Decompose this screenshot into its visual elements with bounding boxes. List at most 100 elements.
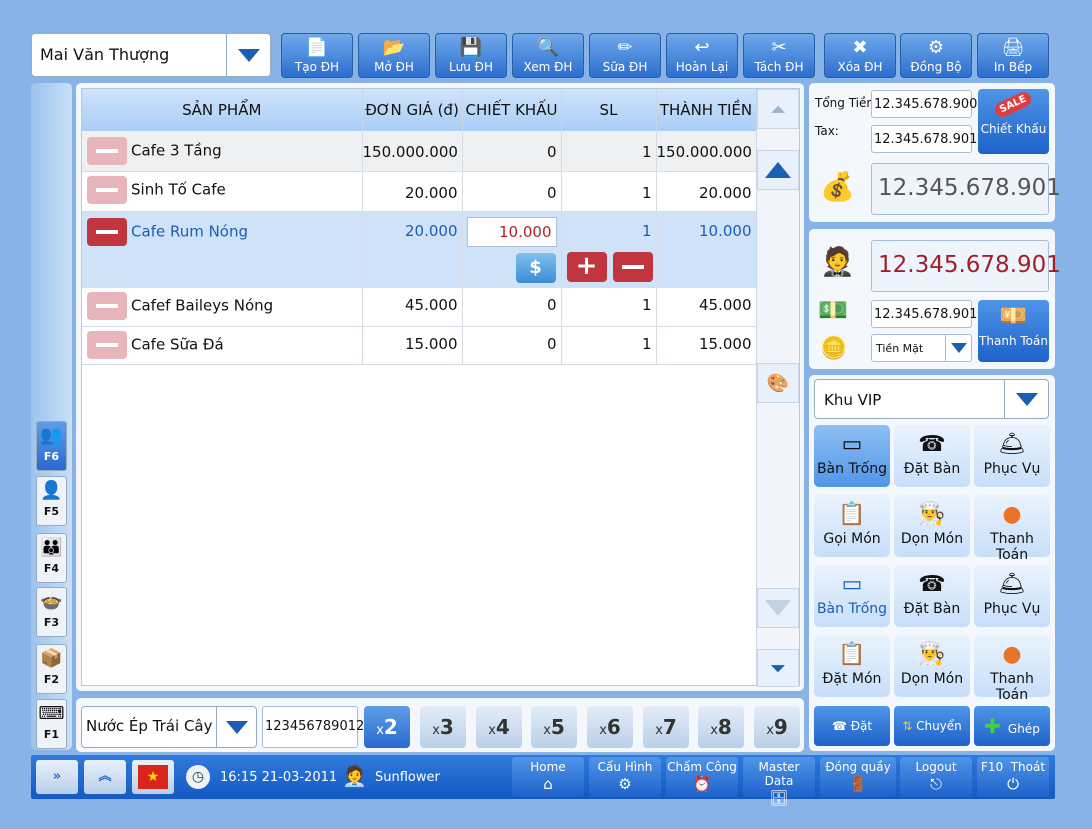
remove-item-button[interactable]: [87, 217, 127, 246]
table-tile[interactable]: ☎ Đặt Bàn: [894, 565, 970, 627]
cash-register-icon: 💴: [999, 304, 1028, 329]
f4-key[interactable]: 👪 F4: [36, 533, 67, 583]
refund-button[interactable]: ↩ Hoàn Lại: [666, 33, 738, 78]
discount-button[interactable]: SALE Chiết Khấu: [978, 89, 1049, 154]
multiplier-6-button[interactable]: x6: [587, 706, 633, 748]
language-button[interactable]: ★: [132, 760, 174, 794]
multiplier-8-button[interactable]: x8: [698, 706, 744, 748]
table-tile[interactable]: 📋 Gọi Món: [814, 495, 890, 557]
double-chevron-down-icon: ⏷: [770, 656, 786, 680]
discount-input[interactable]: 10.000: [466, 216, 557, 247]
table-tile[interactable]: ● Thanh Toán: [974, 635, 1050, 703]
vietnam-flag-icon: ★: [138, 765, 168, 789]
remove-item-button[interactable]: [87, 330, 127, 359]
unit-price: 20.000: [362, 171, 463, 212]
chevron-down-icon[interactable]: [226, 34, 270, 76]
quantity: 1: [561, 326, 657, 365]
table-tile[interactable]: 👨‍🍳 Dọn Món: [894, 495, 970, 557]
table-tile[interactable]: ☎ Đặt Bàn: [894, 425, 970, 487]
scroll-bottom-button[interactable]: ⏷: [757, 649, 799, 687]
f1-key[interactable]: ⌨ F1: [36, 699, 67, 749]
tax-field[interactable]: 12.345.678.901: [871, 125, 977, 153]
delete-order-button[interactable]: ✖ Xóa ĐH: [824, 33, 896, 78]
table-row[interactable]: Cafe 3 Tầng 150.000.000 0 1 150.000.000: [82, 131, 757, 172]
pay-button[interactable]: 💴 Thanh Toán: [978, 300, 1049, 362]
table-tile[interactable]: 👨‍🍳 Dọn Món: [894, 635, 970, 697]
customer-select[interactable]: Mai Văn Thượng: [31, 33, 271, 77]
table-row[interactable]: Cafe Sữa Đá 15.000 0 1 15.000: [82, 326, 757, 365]
food-icon: 🍲: [40, 591, 63, 612]
multiplier-3-button[interactable]: x3: [420, 706, 466, 748]
f6-key[interactable]: 👥 F6: [36, 421, 67, 471]
scroll-top-button[interactable]: ⏶: [757, 89, 799, 129]
table-tile[interactable]: 📋 Đặt Món: [814, 635, 890, 697]
expand-button[interactable]: »: [36, 760, 78, 794]
edit-order-button[interactable]: ✏ Sữa ĐH: [589, 33, 661, 78]
remove-item-button[interactable]: [87, 175, 127, 204]
discount: 0: [462, 171, 562, 212]
f5-key[interactable]: 👤 F5: [36, 476, 67, 526]
scroll-up-button[interactable]: [757, 150, 799, 190]
table-row[interactable]: Sinh Tố Cafe 20.000 0 1 20.000: [82, 171, 757, 212]
logout-button[interactable]: Logout ⎋: [900, 757, 972, 797]
line-total: 150.000.000: [656, 131, 757, 172]
reserve-button[interactable]: ☎ Đặt: [814, 706, 890, 746]
print-icon: 🖨: [1001, 37, 1025, 58]
multiplier-2-button[interactable]: x2: [364, 706, 410, 748]
col-price: ĐƠN GIÁ (đ): [362, 89, 463, 131]
increase-qty-button[interactable]: +: [566, 251, 607, 282]
coins-icon: 🪙: [820, 336, 848, 361]
scroll-down-button[interactable]: [757, 588, 799, 628]
create-order-button[interactable]: 📄 Tạo ĐH: [281, 33, 353, 78]
multiplier-9-button[interactable]: x9: [754, 706, 800, 748]
table-tile[interactable]: 🛎 Phục Vụ: [974, 565, 1050, 627]
cash-field[interactable]: 12.345.678.901: [871, 300, 977, 328]
payment-method-value: Tiền Mặt: [876, 342, 924, 355]
f3-key[interactable]: 🍲 F3: [36, 587, 67, 637]
collapse-button[interactable]: ︽: [84, 760, 126, 794]
menu-icon: 📋: [838, 502, 866, 527]
customer-pay-field[interactable]: 12.345.678.901: [871, 240, 1061, 292]
timekeeping-button[interactable]: Chấm Công ⏰: [666, 757, 738, 797]
master-data-button[interactable]: Master Data 🗄: [743, 757, 815, 807]
multiplier-5-button[interactable]: x5: [531, 706, 577, 748]
view-order-button[interactable]: 🔍 Xem ĐH: [512, 33, 584, 78]
table-row[interactable]: Cafef Baileys Nóng 45.000 0 1 45.000: [82, 287, 757, 327]
dollar-icon: ●: [1002, 502, 1022, 527]
table-tile[interactable]: 🛎 Phục Vụ: [974, 425, 1050, 487]
chevron-down-icon[interactable]: [1004, 380, 1048, 418]
print-kitchen-button[interactable]: 🖨 In Bếp: [977, 33, 1049, 78]
chef-icon: 👨‍🍳: [918, 502, 946, 527]
remove-item-button[interactable]: [87, 137, 127, 165]
table-tile[interactable]: ● Thanh Toán: [974, 495, 1050, 563]
sync-button[interactable]: ⚙ Đồng Bộ: [900, 33, 972, 78]
palette-button[interactable]: 🎨: [757, 363, 799, 403]
config-button[interactable]: Cấu Hình ⚙: [589, 757, 661, 797]
save-order-button[interactable]: 💾 Lưu ĐH: [435, 33, 507, 78]
close-counter-button[interactable]: Đóng quầy 🚪: [820, 757, 896, 797]
home-button[interactable]: Home ⌂: [512, 757, 584, 797]
product-name: Cafef Baileys Nóng: [131, 296, 274, 314]
table-tile[interactable]: ▭ Bàn Trống: [814, 425, 890, 487]
product-select[interactable]: Nước Ép Trái Cây: [81, 706, 257, 748]
area-select[interactable]: Khu VIP: [814, 379, 1049, 419]
chevron-down-icon[interactable]: [216, 707, 256, 747]
payment-method-select[interactable]: Tiền Mặt: [871, 334, 972, 362]
discount-money-button[interactable]: $: [515, 252, 556, 283]
chevron-down-icon[interactable]: [945, 335, 971, 361]
edit-icon: ✏: [617, 37, 633, 58]
product-name: Cafe Rum Nóng: [131, 222, 249, 240]
f2-key[interactable]: 📦 F2: [36, 644, 67, 694]
exit-button[interactable]: F10 Thoát ⏻: [977, 757, 1049, 797]
table-tile[interactable]: ▭ Bàn Trống: [814, 565, 890, 627]
table-row-selected[interactable]: Cafe Rum Nóng 20.000 10.000 $ 1 + 10.000: [82, 211, 757, 288]
multiplier-4-button[interactable]: x4: [476, 706, 522, 748]
remove-item-button[interactable]: [87, 291, 127, 320]
split-order-button[interactable]: ✂ Tách ĐH: [743, 33, 815, 78]
multiplier-7-button[interactable]: x7: [643, 706, 689, 748]
barcode-input[interactable]: 123456789012: [262, 706, 364, 748]
decrease-qty-button[interactable]: [612, 251, 653, 282]
transfer-button[interactable]: ⇅ Chuyển: [894, 706, 970, 746]
open-order-button[interactable]: 📂 Mở ĐH: [358, 33, 430, 78]
merge-button[interactable]: ✚ Ghép: [974, 706, 1050, 746]
